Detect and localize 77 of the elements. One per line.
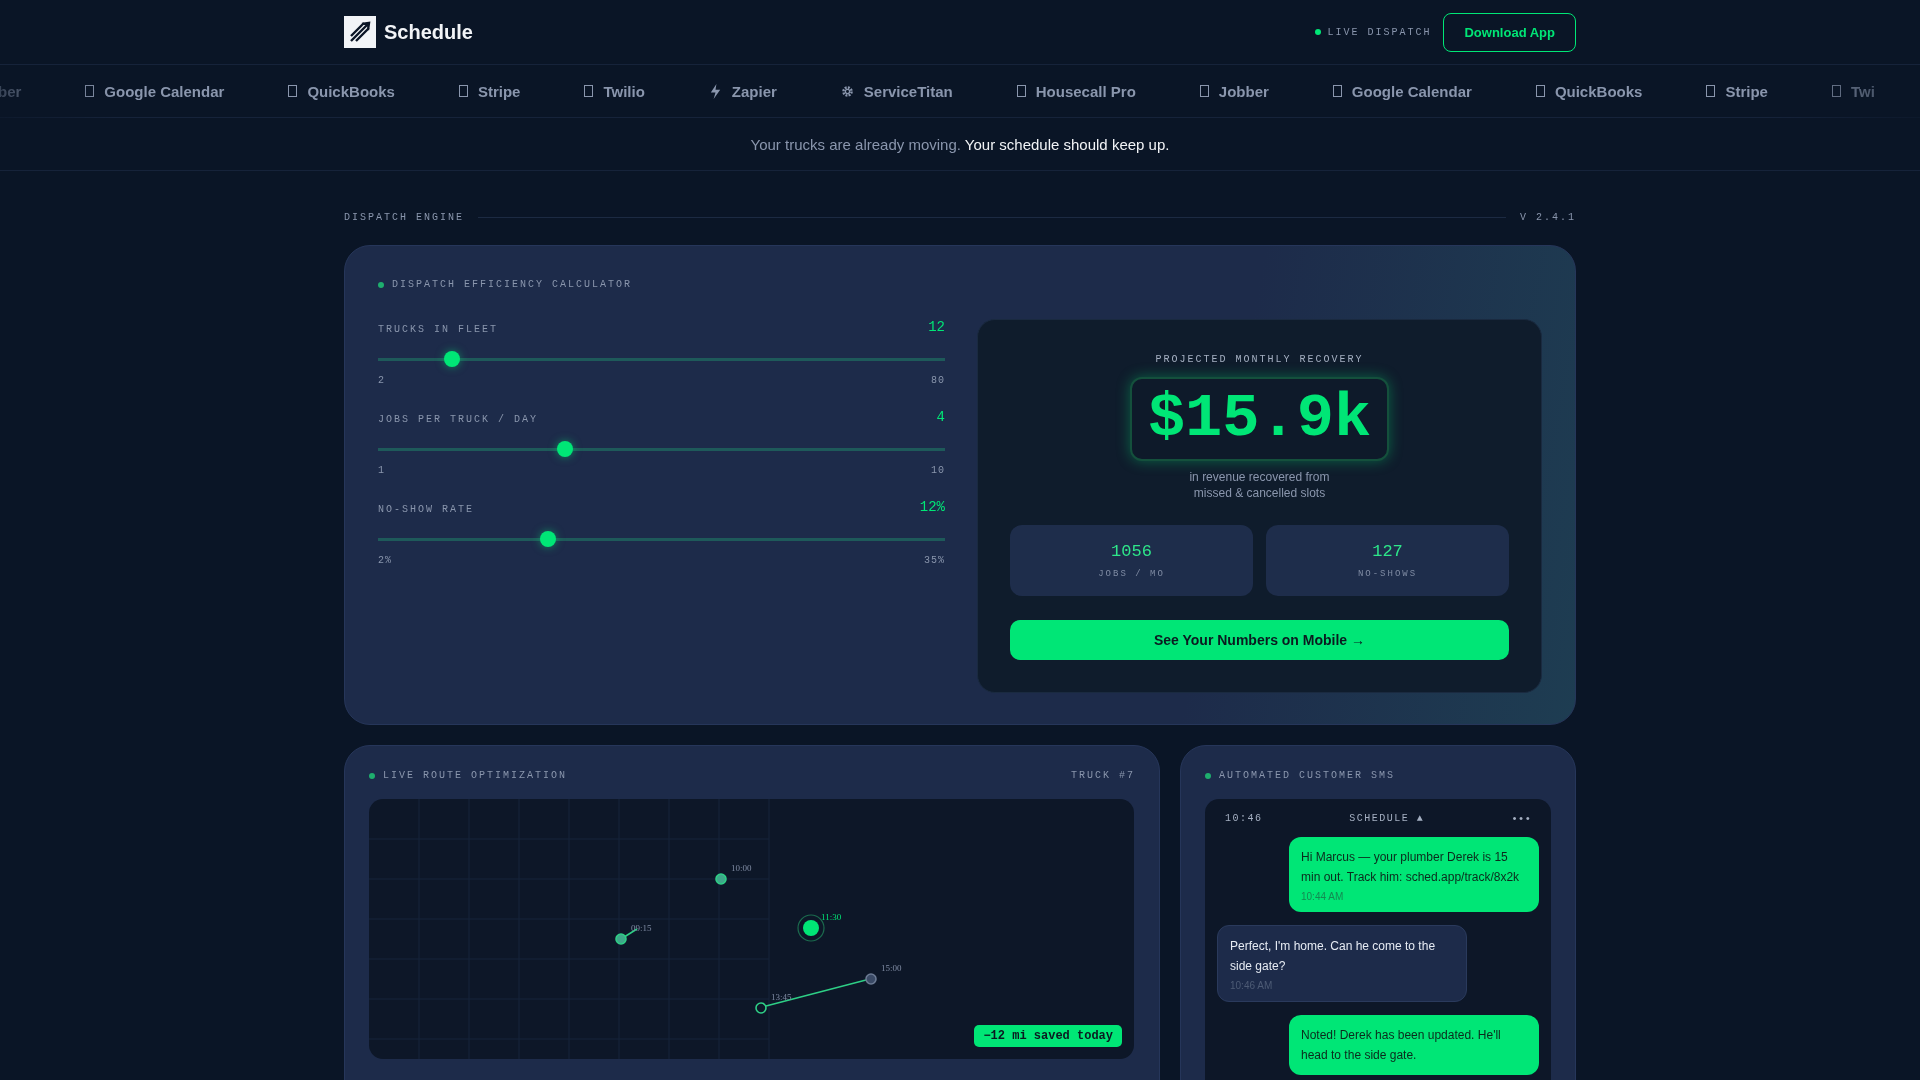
slider-max: 35% [924,555,945,566]
phone-clock: 10:46 [1225,813,1263,825]
slider-label: NO-SHOW RATE [378,504,474,515]
slider-thumb[interactable] [557,441,574,457]
slider-value: 12 [928,319,945,335]
result-label: PROJECTED MONTHLY RECOVERY [1155,354,1364,365]
slider-max: 10 [931,465,945,476]
download-button[interactable]: Download App [1443,12,1576,52]
brand-name: Schedule [384,20,473,44]
stat-value: 127 [1372,542,1403,561]
card-title: LIVE ROUTE OPTIMIZATION [383,770,568,781]
placeholder-glyph-icon [1831,85,1841,97]
slider-thumb[interactable] [443,351,460,367]
slider-max: 80 [931,375,945,386]
route-stop[interactable] [715,873,727,885]
stop-time: 10:00 [731,863,752,873]
integration-name: Twi [1850,82,1875,100]
integration-name: Google Calendar [104,82,225,100]
logo-icon [344,16,376,48]
message-text: Noted! Derek has been updated. He'll head to the side gate. [1301,1027,1502,1064]
integration-name: Stripe [1725,82,1768,100]
slider-value: 12% [919,499,945,515]
integration-name: Twilio [603,82,645,100]
stop-time: 09:15 [631,923,652,933]
integration-name: Zapier [731,82,777,100]
slider-min: 1 [378,465,385,476]
slider-label: JOBS PER TRUCK / DAY [378,414,539,425]
status-dot [369,772,375,779]
slider-min: 2 [378,375,385,386]
integration-name: QuickBooks [307,82,395,100]
integration-name: QuickBooks [1554,82,1643,100]
route-stop[interactable] [755,1002,767,1014]
savings-badge: −12 mi saved today [974,1025,1122,1047]
slider-value: 4 [936,409,945,425]
slider-min: 2% [378,555,392,566]
integration-name: Jobber [1218,82,1269,100]
integration-name: Housecall Pro [1035,82,1136,100]
placeholder-glyph-icon [458,85,468,97]
stop-time: 13:45 [771,992,792,1002]
status-dot [378,281,384,288]
placeholder-glyph-icon [1706,85,1716,97]
section-title: DISPATCH ENGINE [344,212,464,223]
placeholder-glyph-icon [584,85,594,97]
stat-label: NO-SHOWS [1357,569,1418,579]
message-text: Perfect, I'm home. Can he come to the side gate? [1230,938,1437,975]
placeholder-glyph-icon [85,85,95,97]
live-status: LIVE DISPATCH [1327,26,1432,38]
integration-name: ServiceTitan [863,82,953,100]
placeholder-glyph-icon [1332,85,1342,97]
route-stop[interactable] [615,933,627,945]
slider-label: TRUCKS IN FLEET [378,324,498,335]
placeholder-glyph-icon [1535,85,1545,97]
stat-label: JOBS / MO [1098,569,1165,579]
tagline: Your trucks are already moving. Your schedule should keep up. [750,135,1170,153]
stop-time: 15:00 [881,963,902,973]
status-dot [1205,772,1211,779]
placeholder-glyph-icon [288,85,298,97]
mobile-numbers-button[interactable]: See Your Numbers on Mobile → [1010,620,1509,660]
menu-icon[interactable]: ••• [1511,813,1531,825]
gear-icon [840,83,854,99]
card-title: AUTOMATED CUSTOMER SMS [1219,770,1396,781]
stop-time: 11:30 [821,912,842,922]
placeholder-glyph-icon [1199,85,1209,97]
placeholder-glyph-icon [1016,85,1026,97]
message-time: 10:44 AM [1301,891,1345,902]
app-title: SCHEDULE ▲ [1349,813,1425,825]
result-caption: in revenue recovered from missed & cancelled slots [1188,469,1331,501]
integration-name: Stripe [477,82,521,100]
message-text: Hi Marcus — your plumber Derek is 15 min out. Track him: sched.app/track/8x2k [1301,849,1521,886]
card-title: DISPATCH EFFICIENCY CALCULATOR [392,279,633,290]
slider-thumb[interactable] [540,531,557,547]
recovery-amount: $15.9k [1129,377,1390,461]
lightning-icon [708,83,722,99]
stat-value: 1056 [1111,542,1152,561]
truck-label: TRUCK #7 [1071,770,1135,781]
integration-name: Google Calendar [1351,82,1472,100]
version-label: V 2.4.1 [1520,212,1576,223]
